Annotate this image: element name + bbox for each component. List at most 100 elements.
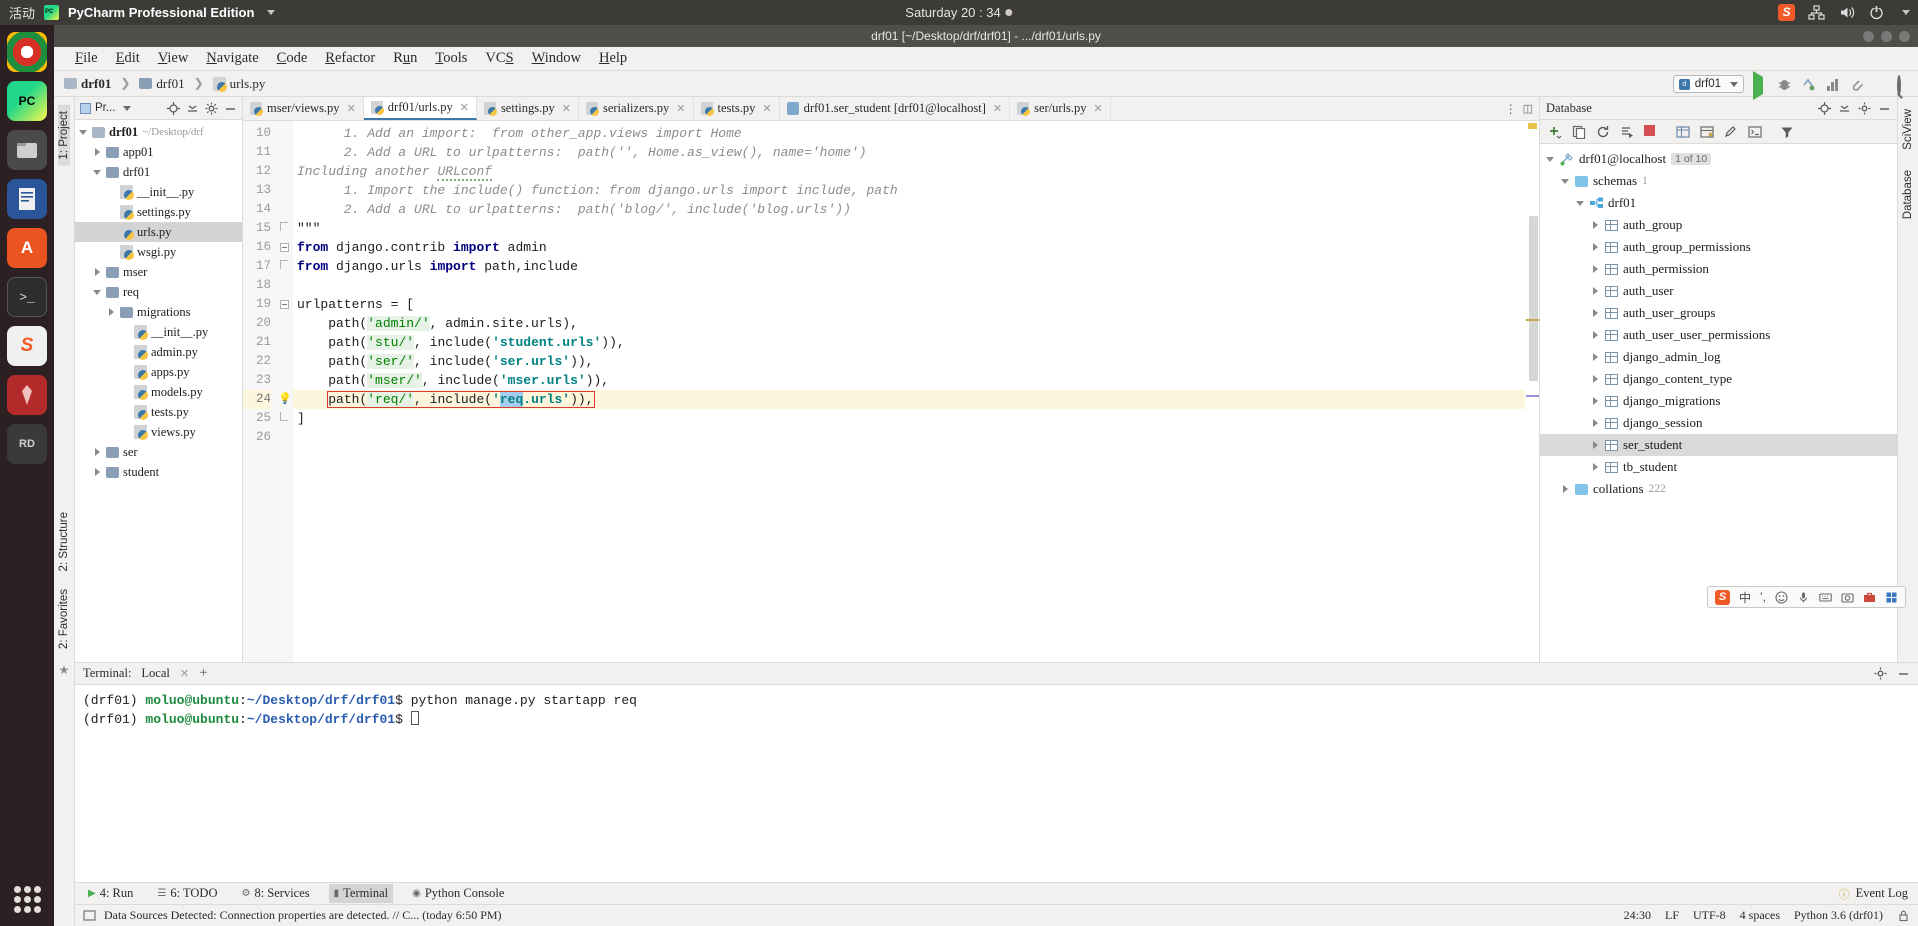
expand-arrow-icon[interactable] (93, 447, 102, 457)
line-separator[interactable]: LF (1665, 908, 1679, 923)
run-icon[interactable] (1753, 70, 1768, 100)
editor-tab[interactable]: serializers.py ✕ (579, 97, 694, 120)
code-line[interactable]: 1. Import the include() function: from d… (293, 181, 1525, 200)
project-tree-item[interactable]: __init__.py (75, 182, 242, 202)
event-log-button[interactable]: Event Log (1856, 886, 1908, 901)
dock-item-libreoffice-writer[interactable] (7, 179, 47, 219)
code-line[interactable] (293, 276, 1525, 295)
dock-item-chrome[interactable] (7, 32, 47, 72)
collapse-arrow-icon[interactable] (93, 168, 102, 177)
activities-button[interactable]: 活动 (9, 3, 35, 22)
code-line[interactable]: path('req/', include('req.urls')), (293, 390, 1525, 409)
active-app-name[interactable]: PyCharm Professional Edition (68, 5, 254, 20)
code-line[interactable]: path('ser/', include('ser.urls')), (293, 352, 1525, 371)
fold-bracket-icon[interactable] (280, 260, 288, 269)
menu-refactor[interactable]: Refactor (316, 50, 384, 67)
close-icon[interactable]: ✕ (180, 667, 189, 680)
project-tree-item[interactable]: student (75, 462, 242, 482)
code-line[interactable]: path('mser/', include('mser.urls')), (293, 371, 1525, 390)
fold-cell[interactable] (277, 428, 293, 447)
maximize-button[interactable] (1881, 30, 1892, 42)
bottom-tab-run[interactable]: ▶ 4: Run (83, 884, 138, 903)
database-tree-item[interactable]: collations 222 (1540, 478, 1897, 500)
toolbox-icon[interactable] (1863, 591, 1876, 604)
attach-icon[interactable] (1849, 77, 1864, 92)
terminal-tab-local[interactable]: Local (141, 666, 169, 681)
collapse-arrow-icon[interactable] (93, 288, 102, 297)
scroll-from-source-icon[interactable] (167, 101, 180, 115)
database-tree-item[interactable]: auth_permission (1540, 258, 1897, 280)
coverage-icon[interactable] (1801, 77, 1816, 92)
fold-bracket-icon[interactable] (280, 222, 288, 231)
expand-arrow-icon[interactable] (1591, 308, 1600, 318)
expand-arrow-icon[interactable] (1561, 484, 1570, 494)
file-encoding[interactable]: UTF-8 (1693, 908, 1726, 923)
fold-cell[interactable] (277, 314, 293, 333)
fold-cell[interactable] (277, 162, 293, 181)
filter-icon[interactable] (1780, 125, 1794, 139)
project-tree-item[interactable]: req (75, 282, 242, 302)
sidebar-item-favorites[interactable]: 2: Favorites (58, 583, 70, 655)
indent-setting[interactable]: 4 spaces (1740, 908, 1780, 923)
minimize-icon[interactable] (224, 102, 237, 115)
screenshot-icon[interactable] (1841, 591, 1854, 604)
close-icon[interactable]: ✕ (562, 102, 571, 115)
chevron-down-icon[interactable] (267, 10, 276, 15)
project-tree-item[interactable]: views.py (75, 422, 242, 442)
gear-icon[interactable] (205, 102, 218, 115)
fold-collapse-icon[interactable] (280, 243, 289, 252)
dock-item-files[interactable] (7, 130, 47, 170)
minimize-button[interactable] (1863, 30, 1874, 42)
dock-item-terminal[interactable]: >_ (7, 277, 47, 317)
chevron-down-icon[interactable] (123, 105, 132, 111)
database-tree[interactable]: drf01@localhost 1 of 10 schemas 1 drf01 auth_… (1540, 144, 1897, 662)
console-icon[interactable] (1748, 125, 1762, 139)
gear-icon[interactable] (1858, 102, 1871, 115)
split-icon[interactable]: ◫ (1523, 102, 1533, 115)
stop-icon[interactable] (1644, 124, 1658, 139)
close-icon[interactable]: ✕ (1094, 102, 1103, 115)
sidebar-item-structure[interactable]: 2: Structure (58, 506, 70, 577)
expand-arrow-icon[interactable] (1591, 330, 1600, 340)
expand-arrow-icon[interactable] (1591, 352, 1600, 362)
project-tree-item[interactable]: migrations (75, 302, 242, 322)
code-line[interactable]: 1. Add an import: from other_app.views i… (293, 124, 1525, 143)
menu-vcs[interactable]: VCS (476, 50, 522, 67)
editor-tab[interactable]: tests.py ✕ (694, 97, 780, 120)
project-panel-title[interactable]: Pr... (95, 102, 115, 114)
close-icon[interactable]: ✕ (460, 101, 469, 114)
database-tree-item[interactable]: tb_student (1540, 456, 1897, 478)
dock-item-ubuntu-software[interactable]: A (7, 228, 47, 268)
caret-position[interactable]: 24:30 (1624, 908, 1651, 923)
fold-cell[interactable] (277, 219, 293, 238)
table-icon[interactable] (1676, 125, 1690, 139)
edit-icon[interactable] (1724, 125, 1738, 139)
menu-file[interactable]: File (66, 50, 107, 67)
dock-item-sogou[interactable]: S (7, 326, 47, 366)
dock-item-pen-tool[interactable] (7, 375, 47, 415)
lock-icon[interactable] (1897, 909, 1910, 922)
emoji-icon[interactable] (1775, 590, 1788, 604)
bottom-tab-services[interactable]: ⚙ 8: Services (236, 884, 314, 903)
intention-bulb-icon[interactable]: 💡 (278, 392, 292, 405)
fold-cell[interactable] (277, 409, 293, 428)
terminal-output[interactable]: (drf01) moluo@ubuntu:~/Desktop/drf/drf01… (75, 685, 1918, 882)
fold-cell[interactable] (277, 352, 293, 371)
favorites-star-icon[interactable]: ★ (59, 663, 70, 677)
database-tree-item[interactable]: auth_user_groups (1540, 302, 1897, 324)
menu-icon[interactable] (1885, 591, 1898, 604)
expand-arrow-icon[interactable] (1591, 396, 1600, 406)
chevron-down-icon[interactable] (1730, 81, 1738, 87)
power-icon[interactable] (1868, 4, 1885, 21)
sidebar-item-database[interactable]: Database (1902, 164, 1914, 225)
bottom-tab-todo[interactable]: ☰ 6: TODO (152, 884, 222, 903)
menu-run[interactable]: Run (384, 50, 426, 67)
breadcrumb-item-1[interactable]: drf01 (156, 76, 184, 92)
collapse-arrow-icon[interactable] (1546, 155, 1555, 164)
sogou-lang-toggle[interactable]: 中 (1739, 589, 1751, 606)
add-icon[interactable] (1548, 125, 1562, 139)
collapse-arrow-icon[interactable] (79, 128, 88, 137)
database-tree-item[interactable]: ser_student (1540, 434, 1897, 456)
fold-cell[interactable] (277, 276, 293, 295)
project-tree-item[interactable]: ser (75, 442, 242, 462)
